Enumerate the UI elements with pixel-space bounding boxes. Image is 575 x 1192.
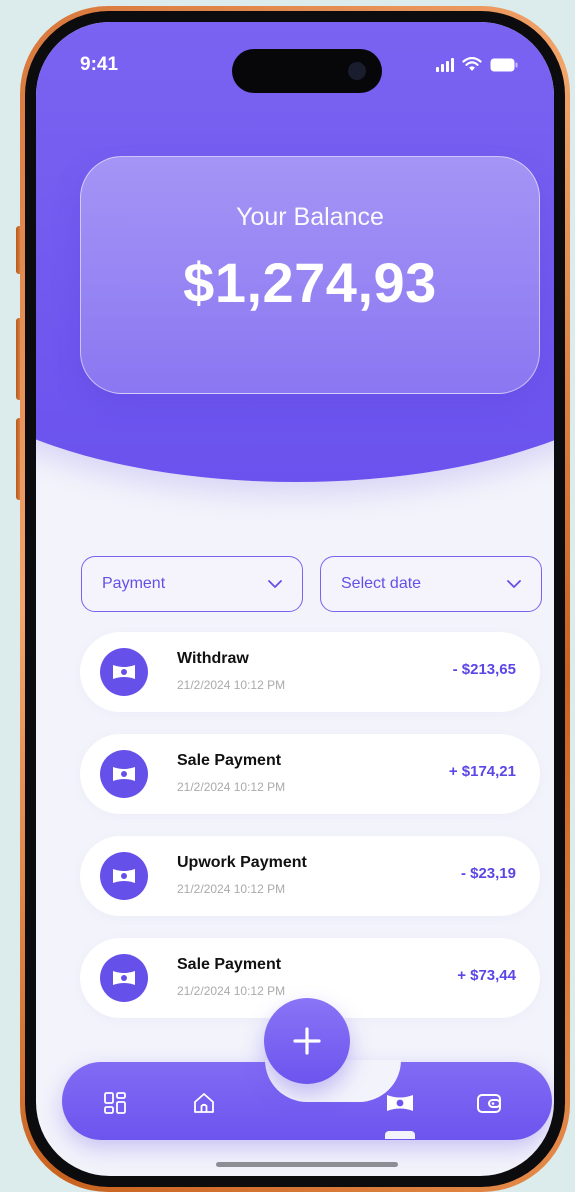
status-icons: [436, 57, 518, 72]
transaction-title: Sale Payment: [177, 956, 282, 973]
transaction-amount: + $174,21: [448, 763, 516, 780]
wallet-icon: [477, 1094, 501, 1113]
signal-icon: [436, 57, 454, 72]
phone-bezel: 9:41 Your Balance $1,274,93 Payment Sele…: [25, 11, 565, 1187]
nav-home[interactable]: [187, 1086, 221, 1120]
app-screen: 9:41 Your Balance $1,274,93 Payment Sele…: [36, 22, 554, 1176]
nav-wallet[interactable]: [472, 1086, 506, 1120]
active-indicator: [385, 1131, 415, 1139]
wifi-icon: [462, 57, 482, 71]
add-button[interactable]: [264, 998, 350, 1084]
home-indicator: [216, 1162, 398, 1167]
transaction-row[interactable]: Upwork Payment 21/2/2024 10:12 PM - $23,…: [80, 836, 540, 916]
transaction-date: 21/2/2024 10:12 PM: [177, 780, 286, 794]
status-time: 9:41: [80, 54, 119, 75]
balance-card: Your Balance $1,274,93: [80, 156, 540, 394]
nav-dashboard[interactable]: [98, 1086, 132, 1120]
date-placeholder: Select date: [341, 575, 422, 592]
home-icon: [194, 1093, 214, 1113]
date-dropdown[interactable]: Select date: [320, 556, 542, 612]
transaction-title: Withdraw: [177, 650, 249, 667]
filter-bar: Payment Select date: [81, 556, 542, 612]
dynamic-island: [232, 49, 382, 93]
transaction-amount: - $23,19: [460, 865, 516, 882]
transaction-date: 21/2/2024 10:12 PM: [177, 984, 286, 998]
transaction-title: Sale Payment: [177, 752, 282, 769]
transaction-date: 21/2/2024 10:12 PM: [177, 882, 286, 896]
front-camera: [348, 62, 366, 80]
transaction-amount: + $73,44: [457, 967, 516, 984]
money-icon: [100, 954, 148, 1002]
dashboard-icon: [104, 1092, 126, 1114]
phone-frame: 9:41 Your Balance $1,274,93 Payment Sele…: [20, 6, 570, 1192]
payment-type-value: Payment: [102, 575, 166, 592]
balance-amount: $1,274,93: [183, 251, 437, 314]
battery-icon: [490, 58, 518, 71]
money-icon: [100, 852, 148, 900]
transaction-amount: - $213,65: [452, 661, 516, 678]
money-icon: [387, 1095, 413, 1111]
transaction-row[interactable]: Sale Payment 21/2/2024 10:12 PM + $174,2…: [80, 734, 540, 814]
transaction-title: Upwork Payment: [177, 854, 307, 871]
transaction-row[interactable]: Withdraw 21/2/2024 10:12 PM - $213,65: [80, 632, 540, 712]
nav-transactions[interactable]: [383, 1086, 417, 1120]
chevron-down-icon: [268, 579, 282, 588]
balance-label: Your Balance: [236, 203, 384, 231]
money-icon: [100, 750, 148, 798]
transaction-date: 21/2/2024 10:12 PM: [177, 678, 286, 692]
chevron-down-icon: [507, 579, 521, 588]
plus-icon: [293, 1027, 321, 1055]
transaction-list: Withdraw 21/2/2024 10:12 PM - $213,65 Sa…: [80, 632, 540, 1040]
payment-type-dropdown[interactable]: Payment: [81, 556, 303, 612]
money-icon: [100, 648, 148, 696]
